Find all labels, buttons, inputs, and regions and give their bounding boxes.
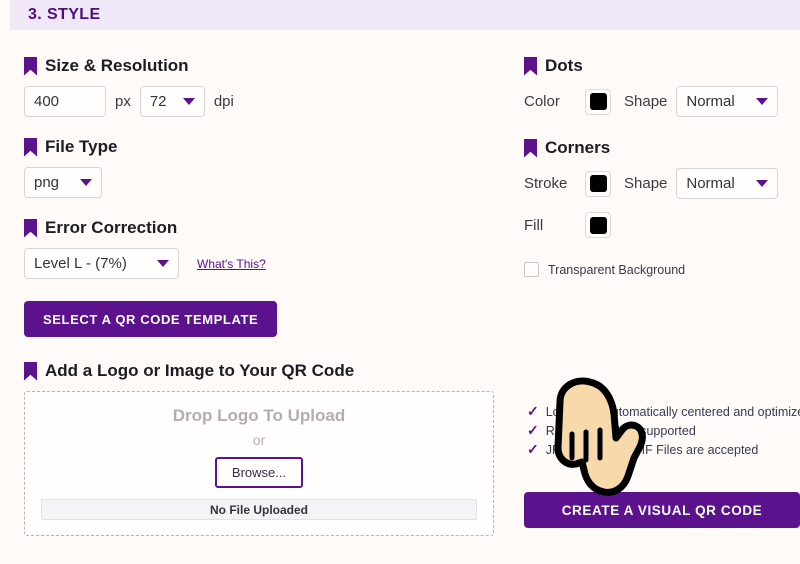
feature-text: Logos are automatically centered and opt… <box>546 403 800 421</box>
corners-shape-dropdown[interactable]: Normal <box>676 168 778 199</box>
error-correction-title: Error Correction <box>45 218 177 238</box>
bookmark-icon <box>24 219 37 238</box>
chevron-down-icon <box>157 260 169 267</box>
list-item: ✓ JPG, PNG and GIF Files are accepted <box>527 441 800 460</box>
color-chip <box>590 93 607 110</box>
size-resolution-row: px 72 dpi <box>24 86 494 117</box>
check-icon: ✓ <box>527 403 539 420</box>
file-status-bar: No File Uploaded <box>41 499 477 520</box>
feature-text: JPG, PNG and GIF Files are accepted <box>546 441 759 459</box>
error-correction-value: Level L - (7%) <box>34 255 127 272</box>
dpi-dropdown[interactable]: 72 <box>140 86 205 117</box>
logo-upload-title: Add a Logo or Image to Your QR Code <box>45 361 354 381</box>
dots-shape-dropdown[interactable]: Normal <box>676 86 778 117</box>
size-input[interactable] <box>24 86 106 117</box>
right-settings-column: Dots Color Shape Normal Corners Stroke S… <box>524 56 800 277</box>
dots-row: Color Shape Normal <box>524 86 800 117</box>
dots-title: Dots <box>545 56 583 76</box>
chevron-down-icon <box>756 180 768 187</box>
style-section-header: 3. STYLE <box>10 0 800 30</box>
corners-shape-label: Shape <box>624 175 667 192</box>
dpi-unit-label: dpi <box>214 93 234 110</box>
chevron-down-icon <box>183 98 195 105</box>
left-settings-column: Size & Resolution px 72 dpi File Type pn… <box>24 56 494 536</box>
check-icon: ✓ <box>527 422 539 439</box>
feature-checklist: ✓ Logos are automatically centered and o… <box>527 403 800 460</box>
dots-shape-value: Normal <box>686 93 734 110</box>
file-type-title: File Type <box>45 137 117 157</box>
dropzone-title: Drop Logo To Upload <box>173 406 345 426</box>
check-icon: ✓ <box>527 441 539 458</box>
bookmark-icon <box>524 57 537 76</box>
bookmark-icon <box>24 362 37 381</box>
bookmark-icon <box>524 139 537 158</box>
corners-stroke-swatch[interactable] <box>585 171 611 197</box>
corners-fill-row: Fill <box>524 212 800 238</box>
corners-stroke-row: Stroke Shape Normal <box>524 168 800 199</box>
color-chip <box>590 217 607 234</box>
select-qr-template-button[interactable]: SELECT A QR CODE TEMPLATE <box>24 301 277 337</box>
error-correction-dropdown[interactable]: Level L - (7%) <box>24 248 179 279</box>
corners-title: Corners <box>545 138 610 158</box>
transparent-background-label: Transparent Background <box>548 263 685 277</box>
size-resolution-heading: Size & Resolution <box>24 56 494 76</box>
corners-fill-swatch[interactable] <box>585 212 611 238</box>
size-resolution-title: Size & Resolution <box>45 56 189 76</box>
chevron-down-icon <box>756 98 768 105</box>
corners-stroke-label: Stroke <box>524 175 576 192</box>
corners-fill-label: Fill <box>524 217 576 234</box>
dropzone-or-text: or <box>253 432 265 448</box>
whats-this-link[interactable]: What's This? <box>197 257 266 271</box>
file-type-value: png <box>34 174 59 191</box>
file-type-dropdown[interactable]: png <box>24 167 102 198</box>
list-item: ✓ RGB and CMYB supported <box>527 422 800 441</box>
feature-text: RGB and CMYB supported <box>546 422 696 440</box>
error-correction-heading: Error Correction <box>24 218 494 238</box>
error-correction-row: Level L - (7%) What's This? <box>24 248 494 279</box>
dots-heading: Dots <box>524 56 800 76</box>
size-unit-label: px <box>115 93 131 110</box>
chevron-down-icon <box>80 179 92 186</box>
color-chip <box>590 175 607 192</box>
corners-shape-value: Normal <box>686 175 734 192</box>
transparent-background-row[interactable]: Transparent Background <box>524 262 800 277</box>
logo-upload-heading: Add a Logo or Image to Your QR Code <box>24 361 494 381</box>
file-type-heading: File Type <box>24 137 494 157</box>
dots-color-swatch[interactable] <box>585 89 611 115</box>
create-visual-qr-code-button[interactable]: CREATE A VISUAL QR CODE <box>524 492 800 528</box>
dots-shape-label: Shape <box>624 93 667 110</box>
dpi-value: 72 <box>150 93 167 110</box>
bookmark-icon <box>24 57 37 76</box>
browse-button[interactable]: Browse... <box>215 457 303 488</box>
logo-dropzone[interactable]: Drop Logo To Upload or Browse... No File… <box>24 391 494 536</box>
page-title: 3. STYLE <box>28 6 101 24</box>
dots-color-label: Color <box>524 93 576 110</box>
corners-heading: Corners <box>524 138 800 158</box>
list-item: ✓ Logos are automatically centered and o… <box>527 403 800 422</box>
transparent-background-checkbox[interactable] <box>524 262 539 277</box>
file-type-row: png <box>24 167 494 198</box>
bookmark-icon <box>24 138 37 157</box>
